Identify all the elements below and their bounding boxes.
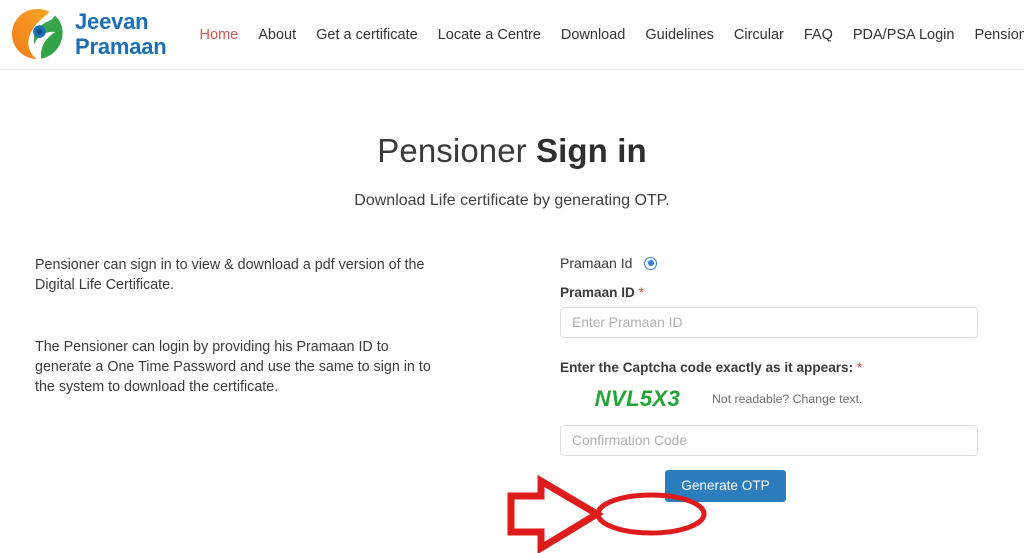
info-paragraph-2: The Pensioner can login by providing his… <box>35 339 431 395</box>
brand-line-2: Pramaan <box>75 33 167 59</box>
content-columns: Pensioner can sign in to view & download… <box>0 255 1024 502</box>
signin-form: Pramaan Id Pramaan ID * Enter the Captch… <box>560 255 1024 502</box>
jeevan-pramaan-emblem-icon <box>8 6 66 64</box>
captcha-instruction-text: Enter the Captcha code exactly as it app… <box>560 360 854 375</box>
nav-item-faq[interactable]: FAQ <box>804 23 833 47</box>
required-asterisk: * <box>638 285 644 300</box>
captcha-refresh-link[interactable]: Not readable? Change text. <box>712 392 862 406</box>
page-title-bold: Sign in <box>536 132 647 169</box>
pramaan-id-input[interactable] <box>560 307 978 338</box>
nav-item-about[interactable]: About <box>258 23 296 47</box>
pramaan-id-label-text: Pramaan ID <box>560 285 635 300</box>
pramaan-id-field-label: Pramaan ID * <box>560 285 1013 300</box>
nav-item-pda-psa-login[interactable]: PDA/PSA Login <box>853 23 955 47</box>
captcha-required-asterisk: * <box>856 360 863 375</box>
captcha-image: NVL5X3 <box>594 386 681 411</box>
info-paragraph-1: Pensioner can sign in to view & download… <box>35 257 425 293</box>
info-column: Pensioner can sign in to view & download… <box>0 255 560 502</box>
brand-wordmark: Jeevan Pramaan <box>75 8 167 59</box>
nav-item-guidelines[interactable]: Guidelines <box>645 23 714 47</box>
page-title-light: Pensioner <box>377 132 537 169</box>
nav-item-home[interactable]: Home <box>200 23 239 47</box>
pramaan-id-radio[interactable] <box>644 256 658 270</box>
page-subtitle: Download Life certificate by generating … <box>354 192 670 209</box>
nav-item-locate-a-centre[interactable]: Locate a Centre <box>438 23 541 47</box>
site-header: Jeevan Pramaan Home About Get a certific… <box>0 0 1024 70</box>
nav-item-pensioner-login[interactable]: Pensioner Login <box>974 23 1024 47</box>
brand-line-1: Jeevan <box>75 8 149 34</box>
nav-item-download[interactable]: Download <box>561 23 626 47</box>
confirmation-code-input[interactable] <box>560 425 978 456</box>
pramaan-id-radio-label: Pramaan Id <box>560 255 633 271</box>
captcha-instruction-label: Enter the Captcha code exactly as it app… <box>560 360 1013 375</box>
submit-row: Generate OTP <box>560 470 1013 502</box>
page-body: Pensioner Sign in Download Life certific… <box>0 70 1024 502</box>
pramaan-id-radio-row[interactable]: Pramaan Id <box>560 255 1013 271</box>
brand-logo[interactable]: Jeevan Pramaan <box>8 6 167 64</box>
page-title: Pensioner Sign in <box>0 70 1024 170</box>
captcha-row: NVL5X3 Not readable? Change text. <box>560 379 1013 419</box>
generate-otp-button[interactable]: Generate OTP <box>665 470 786 502</box>
nav-item-circular[interactable]: Circular <box>734 23 784 47</box>
nav-item-get-a-certificate[interactable]: Get a certificate <box>316 23 418 47</box>
main-navigation: Home About Get a certificate Locate a Ce… <box>200 23 1024 47</box>
